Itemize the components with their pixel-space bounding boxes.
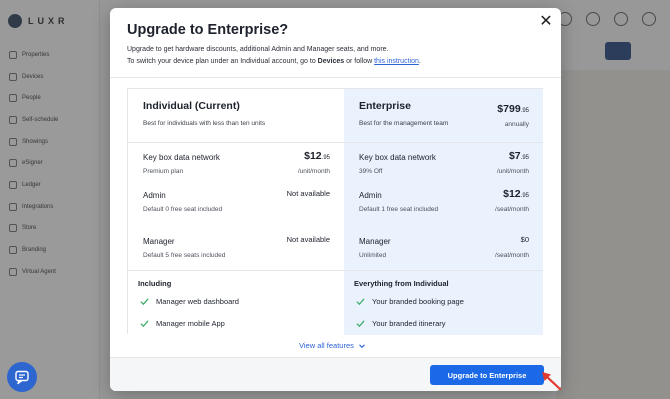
price-main: $7	[508, 150, 521, 162]
row-title: Manager	[359, 237, 391, 246]
close-icon: ✕	[539, 13, 553, 30]
divider	[128, 142, 344, 143]
upgrade-modal: Upgrade to Enterprise? ✕ Upgrade to get …	[110, 8, 561, 391]
plan-name: Enterprise	[359, 100, 411, 112]
price-main: $12	[503, 188, 521, 200]
modal-footer: Upgrade to Enterprise	[110, 357, 561, 391]
chevron-down-icon	[359, 343, 365, 348]
row-price: $12.95	[304, 150, 330, 162]
row-title: Manager	[143, 237, 175, 246]
row-value: Not available	[286, 235, 330, 244]
row-subtitle: Default 5 free seats included	[143, 252, 226, 259]
check-icon	[356, 297, 365, 306]
feature-item: Your branded booking page	[356, 297, 464, 306]
feature-label: Your branded itinerary	[372, 319, 446, 328]
chat-icon	[15, 370, 29, 385]
feature-item: Manager mobile App	[140, 319, 225, 328]
description-text: or follow	[344, 57, 375, 65]
individual-plan-column: Individual (Current) Best for individual…	[128, 89, 344, 335]
devices-emphasis: Devices	[317, 57, 345, 65]
divider	[110, 77, 561, 78]
row-unit: /unit/month	[297, 168, 330, 175]
row-title: Admin	[143, 191, 166, 200]
instruction-link[interactable]: this instruction	[374, 58, 419, 65]
description-text: To switch your device plan under an Indi…	[127, 57, 318, 65]
row-subtitle: 39% Off	[359, 168, 383, 175]
row-subtitle: Unlimited	[359, 252, 387, 259]
plan-name: Individual (Current)	[143, 100, 240, 112]
divider	[128, 270, 344, 271]
modal-title: Upgrade to Enterprise?	[127, 22, 289, 38]
feature-label: Manager mobile App	[156, 319, 225, 328]
row-unit: /seat/month	[495, 206, 529, 213]
plan-price: $799.95	[497, 103, 529, 115]
red-arrow-icon	[542, 372, 562, 391]
plan-subtitle: Best for individuals with less than ten …	[143, 120, 266, 127]
plan-billing: annually	[504, 121, 529, 128]
row-price: $12.95	[503, 188, 529, 200]
feature-label: Manager web dashboard	[156, 297, 239, 306]
row-value: Not available	[286, 189, 330, 198]
close-button[interactable]: ✕	[538, 14, 554, 30]
check-icon	[140, 297, 149, 306]
row-subtitle: Default 1 free seat included	[359, 206, 439, 213]
enterprise-plan-column: Enterprise Best for the management team …	[344, 89, 543, 335]
check-icon	[140, 319, 149, 328]
price-main: $12	[304, 150, 322, 162]
row-price: $7.95	[509, 150, 529, 162]
description-line-1: Upgrade to get hardware discounts, addit…	[127, 46, 389, 53]
view-all-label: View all features	[299, 341, 354, 350]
price-cents: .95	[321, 155, 330, 161]
row-title: Admin	[359, 191, 382, 200]
row-unit: /unit/month	[496, 168, 529, 175]
plan-subtitle: Best for the management team	[359, 120, 449, 127]
including-title: Everything from Individual	[354, 279, 449, 288]
description-text: .	[418, 57, 421, 65]
row-value: $0	[520, 235, 529, 244]
view-all-features-link[interactable]: View all features	[299, 341, 366, 350]
row-subtitle: Premium plan	[143, 168, 184, 175]
modal-description: Upgrade to get hardware discounts, addit…	[127, 44, 547, 67]
feature-item: Manager web dashboard	[140, 297, 239, 306]
check-icon	[356, 319, 365, 328]
price-main: $799	[497, 103, 521, 115]
row-title: Key box data network	[143, 153, 220, 162]
divider	[344, 270, 543, 271]
price-cents: .95	[520, 108, 529, 114]
row-subtitle: Default 0 free seat included	[143, 206, 223, 213]
feature-item: Your branded itinerary	[356, 319, 446, 328]
upgrade-to-enterprise-button[interactable]: Upgrade to Enterprise	[430, 365, 544, 385]
row-unit: /seat/month	[495, 252, 529, 259]
price-cents: .95	[520, 155, 529, 161]
plan-comparison: Individual (Current) Best for individual…	[127, 88, 543, 335]
row-title: Key box data network	[359, 153, 436, 162]
description-line-2: To switch your device plan under an Indi…	[127, 56, 547, 68]
price-cents: .95	[520, 193, 529, 199]
including-title: Including	[138, 279, 172, 288]
feature-label: Your branded booking page	[372, 297, 464, 306]
divider	[344, 142, 543, 143]
chat-button[interactable]	[7, 362, 37, 392]
